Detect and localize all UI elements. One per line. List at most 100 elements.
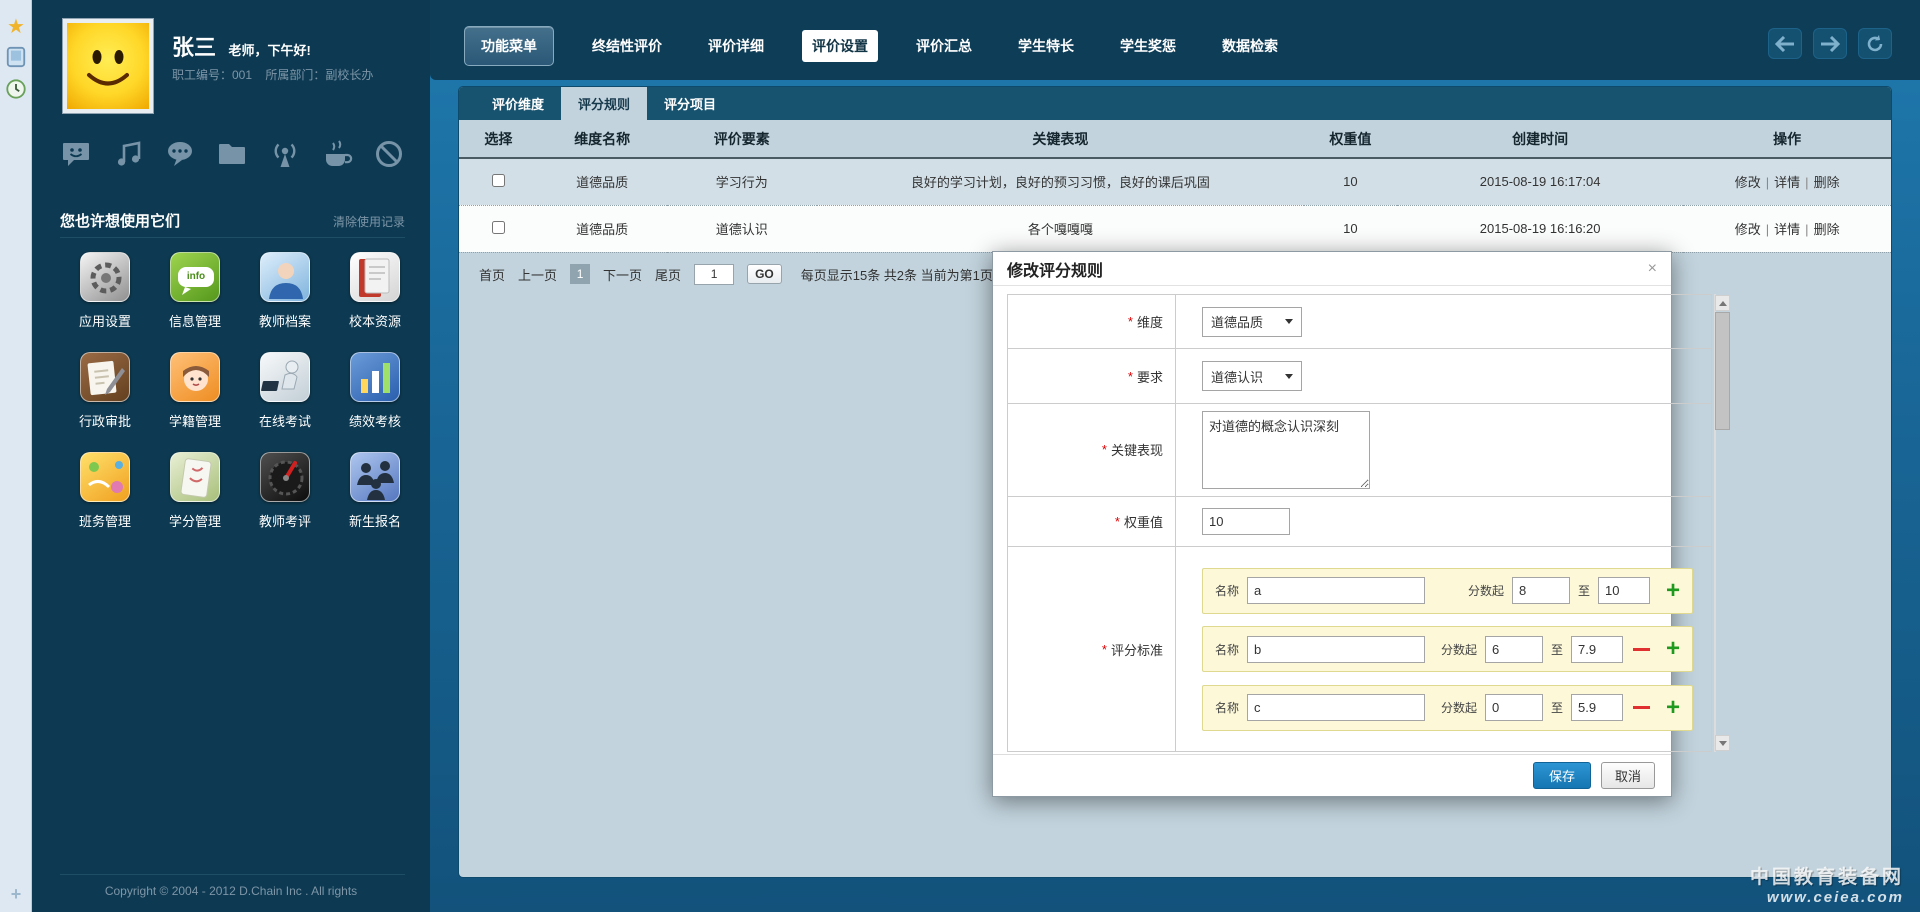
next-page-link[interactable]: 下一页 [603,265,642,284]
arrow-left-icon [1775,36,1795,52]
comments-icon[interactable] [164,138,196,170]
divider [60,874,405,875]
scrollbar-thumb[interactable] [1715,312,1730,430]
goto-page-input[interactable] [694,264,734,285]
app-tile-credits[interactable]: 学分管理 [150,452,240,552]
add-criteria-icon[interactable]: + [1666,579,1680,603]
first-page-link[interactable]: 首页 [479,265,505,284]
broadcast-icon[interactable] [269,138,301,170]
tab-student-strengths[interactable]: 学生特长 [1010,30,1082,62]
save-button[interactable]: 保存 [1533,762,1591,789]
app-tile-teacher-files[interactable]: 教师档案 [240,252,330,352]
criteria-name-input[interactable] [1247,577,1425,604]
tab-data-search[interactable]: 数据检索 [1214,30,1286,62]
app-credits-icon [170,452,220,502]
current-page[interactable]: 1 [570,264,590,284]
criteria-from-input[interactable] [1485,694,1543,721]
col-actions: 操作 [1683,120,1891,158]
clock-icon[interactable] [0,78,32,105]
dimension-select[interactable]: 道德品质 [1202,307,1302,337]
block-icon[interactable] [373,138,405,170]
row-checkbox[interactable] [492,174,505,187]
modal-scrollbar[interactable] [1714,294,1716,752]
app-tile-student-status[interactable]: 学籍管理 [150,352,240,452]
coffee-icon[interactable] [321,138,353,170]
criteria-from-input[interactable] [1485,636,1543,663]
criteria-to-input[interactable] [1571,694,1623,721]
user-greeting: 老师，下午好! [228,43,310,58]
app-teacher-files-icon [260,252,310,302]
forward-button[interactable] [1813,28,1847,59]
edit-link[interactable]: 修改 [1735,222,1761,237]
performance-label: 关键表现 [1111,440,1163,459]
prev-page-link[interactable]: 上一页 [518,265,557,284]
criteria-to-input[interactable] [1571,636,1623,663]
app-tile-teacher-review[interactable]: 教师考评 [240,452,330,552]
criteria-name-input[interactable] [1247,636,1425,663]
criteria-row: 名称 分数起 至 + [1202,685,1693,731]
sidebar: 张三 老师，下午好! 职工编号：001 所属部门：副校长办 您也许想使用它们 清… [32,0,430,912]
user-line: 张三 老师，下午好! [172,30,311,62]
subtab-scoring-rules[interactable]: 评分规则 [561,87,647,120]
delete-link[interactable]: 删除 [1814,175,1840,190]
add-criteria-icon[interactable]: + [1666,637,1680,661]
app-tile-admin-approval[interactable]: 行政审批 [60,352,150,452]
row-checkbox[interactable] [492,221,505,234]
app-student-status-icon [170,352,220,402]
subtab-evaluation-dimension[interactable]: 评价维度 [475,87,561,120]
subtab-bar: 评价维度 评分规则 评分项目 [459,87,1891,120]
folder-icon[interactable] [216,138,248,170]
app-tile-class-affairs[interactable]: 班务管理 [60,452,150,552]
app-tile-enrollment[interactable]: 新生报名 [330,452,420,552]
music-icon[interactable] [112,138,144,170]
scroll-up-icon[interactable] [1715,295,1730,311]
refresh-icon [1866,35,1884,53]
detail-link[interactable]: 详情 [1774,175,1800,190]
last-page-link[interactable]: 尾页 [655,265,681,284]
app-tile-info[interactable]: info 信息管理 [150,252,240,352]
go-button[interactable]: GO [747,264,782,284]
clear-history-link[interactable]: 清除使用记录 [333,213,405,230]
quick-icons-row [60,138,405,170]
close-icon[interactable]: × [1648,261,1657,277]
user-meta: 职工编号：001 所属部门：副校长办 [172,66,383,83]
app-grid: 应用设置 info 信息管理 教师档案 校本资源 行政审批 学籍管理 [60,252,420,552]
tab-evaluation-settings[interactable]: 评价设置 [802,30,878,62]
back-button[interactable] [1768,28,1802,59]
tab-evaluation-summary[interactable]: 评价汇总 [908,30,980,62]
remove-criteria-icon[interactable] [1633,706,1650,709]
weight-input[interactable] [1202,508,1290,535]
scroll-down-icon[interactable] [1715,735,1730,751]
performance-textarea[interactable]: 对道德的概念认识深刻 [1202,411,1370,489]
favorite-star-icon[interactable]: ★ [0,14,32,39]
remove-criteria-icon[interactable] [1633,648,1650,651]
detail-link[interactable]: 详情 [1774,222,1800,237]
app-admin-approval-icon [80,352,130,402]
app-tile-performance[interactable]: 绩效考核 [330,352,420,452]
edit-link[interactable]: 修改 [1735,175,1761,190]
refresh-button[interactable] [1858,28,1892,59]
divider [60,237,405,238]
add-criteria-icon[interactable]: + [1666,696,1680,720]
employee-no: 职工编号：001 [172,68,252,82]
criteria-name-input[interactable] [1247,694,1425,721]
delete-link[interactable]: 删除 [1814,222,1840,237]
requirement-select[interactable]: 道德认识 [1202,361,1302,391]
subtab-scoring-items[interactable]: 评分项目 [647,87,733,120]
sms-icon[interactable] [60,138,92,170]
app-tile-school-resources[interactable]: 校本资源 [330,252,420,352]
tablet-icon[interactable] [0,46,32,73]
menu-button[interactable]: 功能菜单 [464,26,554,66]
app-tile-online-exam[interactable]: 在线考试 [240,352,330,452]
add-icon[interactable]: + [0,884,32,905]
app-tile-settings[interactable]: 应用设置 [60,252,150,352]
criteria-to-input[interactable] [1598,577,1650,604]
app-teacher-review-icon [260,452,310,502]
criteria-from-input[interactable] [1512,577,1570,604]
edit-rule-modal: 修改评分规则 × *维度 道德品质 *要求 [992,251,1672,797]
tab-student-rewards[interactable]: 学生奖惩 [1112,30,1184,62]
tab-evaluation-detail[interactable]: 评价详细 [700,30,772,62]
avatar[interactable] [62,18,154,114]
cancel-button[interactable]: 取消 [1601,762,1655,789]
tab-final-evaluation[interactable]: 终结性评价 [584,30,670,62]
